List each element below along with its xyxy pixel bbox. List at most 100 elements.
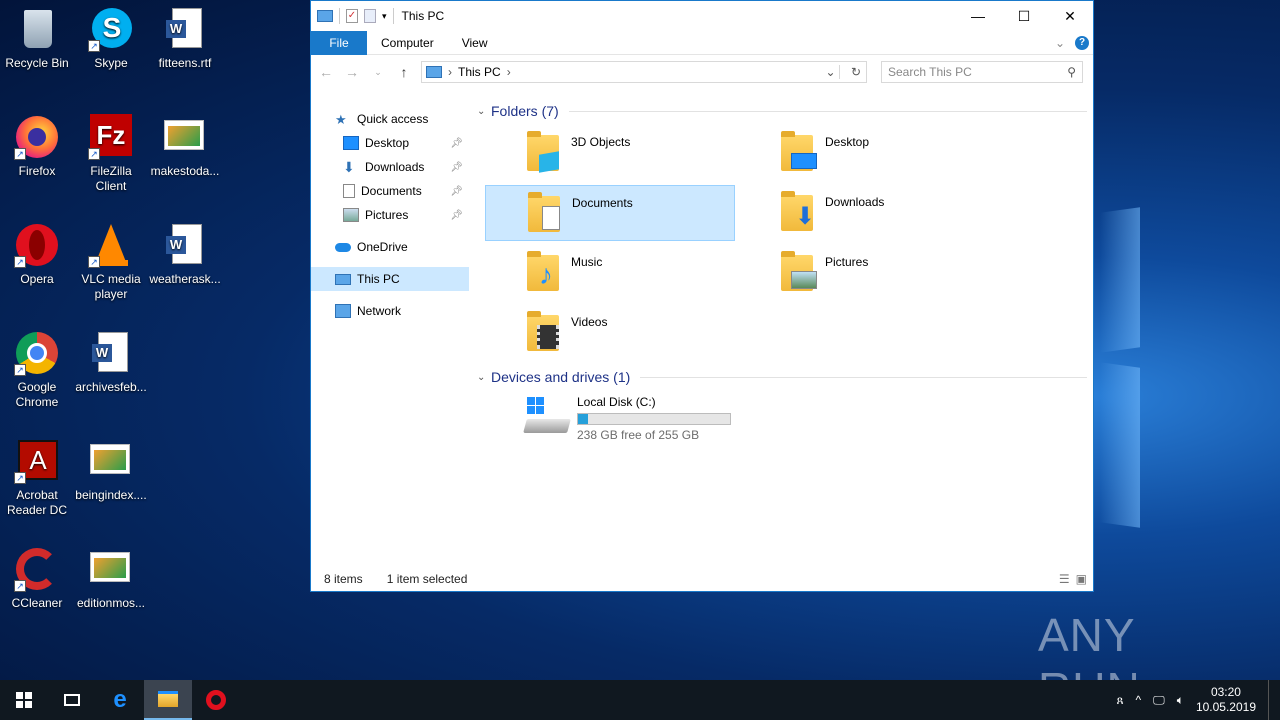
star-icon: ★ [335,112,347,127]
collapse-chevron-icon[interactable]: ⌄ [477,372,491,383]
pin-icon: 📌︎ [450,209,463,221]
details-view-icon[interactable]: ☰ [1059,572,1070,586]
nav-item-documents[interactable]: Documents 📌︎ [311,179,469,203]
navigation-pane: ★ Quick access Desktop 📌︎ ⬇ Downloads 📌︎… [311,99,469,559]
refresh-icon[interactable]: ↻ [846,65,866,79]
volume-icon[interactable]: 🔈︎ [1177,693,1184,708]
taskbar-edge[interactable]: e [96,680,144,720]
skype-icon: S ↗ [88,6,134,52]
system-tray: ጸ ^ 🖵︎ 🔈︎ 03:20 10.05.2019 [1116,680,1280,720]
desktop-icon-archivesfeb[interactable]: W archivesfeb... [74,324,148,395]
tab-file[interactable]: File [311,30,367,55]
window-controls: — ☐ ✕ [955,1,1093,31]
folder-pictures[interactable]: Pictures [739,245,989,301]
desktop-icon-acrobat[interactable]: A ↗ Acrobat Reader DC [0,432,74,518]
chrome-icon: ↗ [14,330,60,376]
drive-local-disk-c[interactable]: Local Disk (C:) 238 GB free of 255 GB [523,395,731,442]
breadcrumb-this-pc[interactable]: This PC [458,65,501,79]
folder-downloads[interactable]: ⬇ Downloads [739,185,989,241]
desktop-icon-weatherask[interactable]: W weatherask... [148,216,222,287]
drive-free-space: 238 GB free of 255 GB [577,428,700,442]
show-desktop-button[interactable] [1268,680,1272,720]
recent-locations-chevron-icon[interactable]: ⌄ [369,67,387,78]
nav-item-downloads[interactable]: ⬇ Downloads 📌︎ [311,155,469,179]
folder-documents[interactable]: Documents [485,185,735,241]
word-doc-icon: W [162,222,208,268]
tab-view[interactable]: View [448,31,502,55]
breadcrumb-chevron-icon[interactable]: › [507,65,511,79]
nav-item-pictures[interactable]: Pictures 📌︎ [311,203,469,227]
word-doc-icon: W [88,330,134,376]
address-dropdown-icon[interactable]: ⌄ [822,65,840,79]
desktop-icon-skype[interactable]: S ↗ Skype [74,0,148,71]
breadcrumb-separator-icon[interactable]: › [448,65,452,79]
clock-time: 03:20 [1210,685,1241,699]
task-view-button[interactable] [48,680,96,720]
customize-toolbar-chevron-icon[interactable]: ▾ [382,11,387,22]
desktop-icons: Recycle Bin S ↗ Skype W fitteens.rtf ↗ F… [0,0,221,680]
show-hidden-icons-chevron-icon[interactable]: ^ [1136,693,1142,707]
up-arrow-icon[interactable]: ↑ [395,64,413,80]
minimize-button[interactable]: — [955,1,1001,31]
edge-icon: e [113,686,127,713]
file-explorer-window: ✓ ▾ This PC — ☐ ✕ File Computer View ⌄ ?… [310,0,1094,592]
recycle-bin-icon [14,6,60,52]
desktop-icon-makestoda[interactable]: makestoda... [148,108,222,179]
network-icon[interactable]: 🖵︎ [1153,693,1165,708]
folder-documents-icon [526,192,566,236]
desktop-icon-vlc[interactable]: ↗ VLC media player [74,216,148,302]
large-icons-view-icon[interactable]: ▣ [1076,572,1087,586]
desktop-icon-firefox[interactable]: ↗ Firefox [0,108,74,179]
folder-desktop[interactable]: Desktop [739,125,989,181]
firefox-icon: ↗ [14,114,60,160]
filezilla-icon: Fz ↗ [88,114,134,160]
folder-music[interactable]: ♪ Music [485,245,735,301]
desktop-icon-filezilla[interactable]: Fz ↗ FileZilla Client [74,108,148,194]
desktop-icon-fitteens[interactable]: W fitteens.rtf [148,0,222,71]
collapse-chevron-icon[interactable]: ⌄ [477,106,491,117]
taskbar: e ጸ ^ 🖵︎ 🔈︎ 03:20 10.05.2019 [0,680,1280,720]
quick-access-toolbar: ✓ ▾ [311,8,394,24]
search-box[interactable]: Search This PC ⚲ [881,61,1083,83]
help-icon[interactable]: ? [1075,35,1089,50]
item-count: 8 items [324,572,363,586]
desktop-icon-beingindex[interactable]: beingindex.... [74,432,148,503]
nav-item-desktop[interactable]: Desktop 📌︎ [311,131,469,155]
devices-group-header[interactable]: ⌄ Devices and drives (1) [477,367,1087,387]
desktop-icon-ccleaner[interactable]: ↗ CCleaner [0,540,74,611]
opera-icon: ↗ [14,222,60,268]
content-area: ⌄ Folders (7) 3D Objects Desktop Documen… [477,99,1087,559]
nav-item-this-pc[interactable]: This PC [311,267,469,291]
start-button[interactable] [0,680,48,720]
maximize-button[interactable]: ☐ [1001,1,1047,31]
properties-icon[interactable]: ✓ [346,9,358,23]
folder-videos[interactable]: Videos [485,305,735,361]
nav-item-network[interactable]: Network [311,299,469,323]
new-folder-icon[interactable] [364,9,376,23]
taskbar-opera[interactable] [192,680,240,720]
folder-3d-objects[interactable]: 3D Objects [485,125,735,181]
search-input[interactable]: Search This PC [888,65,972,79]
people-icon[interactable]: ጸ [1116,693,1123,708]
nav-item-quick-access[interactable]: ★ Quick access [311,107,469,131]
clock[interactable]: 03:20 10.05.2019 [1196,685,1256,715]
folders-group-header[interactable]: ⌄ Folders (7) [477,101,1087,121]
nav-item-onedrive[interactable]: OneDrive [311,235,469,259]
close-button[interactable]: ✕ [1047,1,1093,31]
folder-music-icon: ♪ [525,251,565,295]
hard-drive-icon [523,395,571,441]
drive-name: Local Disk (C:) [577,395,656,409]
expand-ribbon-chevron-icon[interactable]: ⌄ [1055,36,1065,50]
tab-computer[interactable]: Computer [367,31,448,55]
desktop-icon-editionmos[interactable]: editionmos... [74,540,148,611]
status-bar: 8 items 1 item selected ☰ ▣ [311,567,1093,591]
back-arrow-icon[interactable]: ← [317,64,335,80]
desktop-icon-opera[interactable]: ↗ Opera [0,216,74,287]
taskbar-file-explorer[interactable] [144,680,192,720]
desktop-icon-recycle-bin[interactable]: Recycle Bin [0,0,74,71]
search-icon[interactable]: ⚲ [1067,65,1076,79]
pin-icon: 📌︎ [450,161,463,173]
forward-arrow-icon[interactable]: → [343,64,361,80]
address-bar[interactable]: › This PC › ⌄ ↻ [421,61,867,83]
desktop-icon-chrome[interactable]: ↗ Google Chrome [0,324,74,410]
